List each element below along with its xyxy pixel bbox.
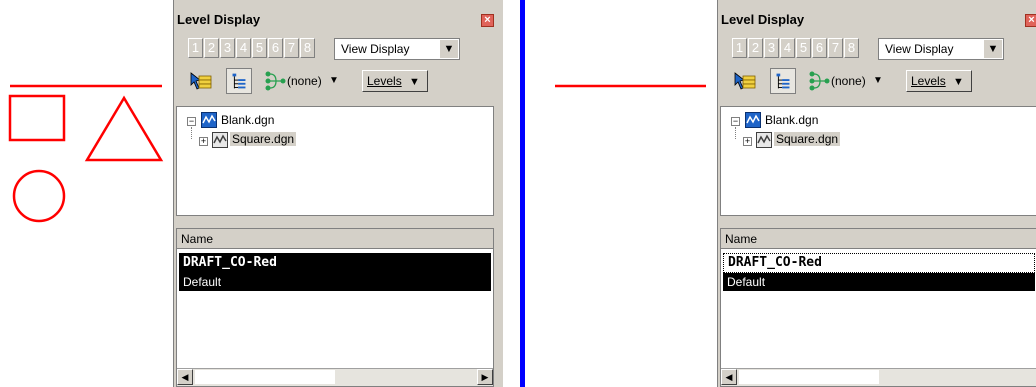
level-number-button[interactable]: 3 <box>764 38 779 58</box>
tree-view-icon[interactable] <box>770 68 796 94</box>
level-row-draft-co-red[interactable]: DRAFT_CO-Red <box>179 253 491 273</box>
level-number-button[interactable]: 1 <box>732 38 747 58</box>
level-number-button[interactable]: 2 <box>748 38 763 58</box>
level-row-default[interactable]: Default <box>723 273 1035 291</box>
level-display-panel-left: Level Display × 1 2 3 4 5 6 7 8 View Dis… <box>173 0 503 387</box>
scroll-track[interactable] <box>739 370 879 384</box>
chevron-down-icon: ▼ <box>953 76 964 88</box>
chevron-down-icon[interactable]: ▼ <box>873 75 883 86</box>
horizontal-scrollbar[interactable]: ◀ <box>721 368 1036 386</box>
scroll-left-icon[interactable]: ◀ <box>177 369 193 385</box>
tree-connector <box>191 127 193 139</box>
dgn-file-icon <box>745 112 761 128</box>
collapse-toggle[interactable]: − <box>187 117 196 126</box>
folder-select-icon[interactable] <box>732 68 758 94</box>
view-display-label: View Display <box>885 42 954 56</box>
title-bar: Level Display × <box>718 8 1036 30</box>
chevron-down-icon[interactable]: ▼ <box>984 40 1002 58</box>
scroll-left-icon[interactable]: ◀ <box>721 369 737 385</box>
expand-toggle[interactable]: + <box>743 137 752 146</box>
level-row-draft-co-red[interactable]: DRAFT_CO-Red <box>723 253 1035 273</box>
levels-menu-button[interactable]: Levels ▼ <box>362 70 428 92</box>
chevron-down-icon[interactable]: ▼ <box>329 75 339 86</box>
level-list: Name DRAFT_CO-Red Default ◀ ▶ <box>176 228 494 387</box>
levels-menu-button[interactable]: Levels ▼ <box>906 70 972 92</box>
dgn-reference-icon <box>756 132 772 148</box>
folder-select-icon[interactable] <box>188 68 214 94</box>
red-circle <box>12 169 66 223</box>
level-number-button[interactable]: 7 <box>284 38 299 58</box>
panel-title: Level Display <box>721 12 805 27</box>
level-number-button[interactable]: 3 <box>220 38 235 58</box>
tree-view-icon[interactable] <box>226 68 252 94</box>
level-number-button[interactable]: 5 <box>796 38 811 58</box>
red-square <box>8 94 66 142</box>
drawing-left <box>8 84 164 223</box>
levels-label: Levels <box>911 74 946 88</box>
level-number-button[interactable]: 2 <box>204 38 219 58</box>
view-display-label: View Display <box>341 42 410 56</box>
tree-item-square-dgn[interactable]: Square.dgn <box>230 132 297 146</box>
tree-connector <box>735 127 737 139</box>
level-toolbar: (none) ▼ Levels ▼ <box>174 66 503 98</box>
column-header-name[interactable]: Name <box>721 229 1036 249</box>
level-filter-icon[interactable] <box>806 68 832 94</box>
level-number-toolbar: 1 2 3 4 5 6 7 8 View Display ▼ <box>174 36 503 62</box>
drawing-right <box>555 84 706 88</box>
collapse-toggle[interactable]: − <box>731 117 740 126</box>
level-number-button[interactable]: 8 <box>300 38 315 58</box>
level-number-button[interactable]: 7 <box>828 38 843 58</box>
scroll-right-icon[interactable]: ▶ <box>477 369 493 385</box>
red-triangle <box>84 95 164 162</box>
expand-toggle[interactable]: + <box>199 137 208 146</box>
chevron-down-icon: ▼ <box>409 76 420 88</box>
level-number-button[interactable]: 1 <box>188 38 203 58</box>
tree-item-blank-dgn[interactable]: Blank.dgn <box>765 113 818 127</box>
file-tree: − Blank.dgn + Square.dgn <box>176 106 494 216</box>
column-header-name[interactable]: Name <box>177 229 493 249</box>
file-tree: − Blank.dgn + Square.dgn <box>720 106 1036 216</box>
level-toolbar: (none) ▼ Levels ▼ <box>718 66 1036 98</box>
level-number-button[interactable]: 5 <box>252 38 267 58</box>
view-display-dropdown[interactable]: View Display ▼ <box>334 38 460 60</box>
close-button[interactable]: × <box>1025 14 1036 27</box>
level-number-button[interactable]: 4 <box>236 38 251 58</box>
dgn-reference-icon <box>212 132 228 148</box>
levels-label: Levels <box>367 74 402 88</box>
horizontal-scrollbar[interactable]: ◀ ▶ <box>177 368 493 386</box>
level-number-button[interactable]: 6 <box>812 38 827 58</box>
level-filter-icon[interactable] <box>262 68 288 94</box>
dgn-file-icon <box>201 112 217 128</box>
level-row-default[interactable]: Default <box>179 273 491 291</box>
panel-title: Level Display <box>177 12 261 27</box>
level-number-button[interactable]: 4 <box>780 38 795 58</box>
level-number-button[interactable]: 6 <box>268 38 283 58</box>
level-list: Name DRAFT_CO-Red Default ◀ <box>720 228 1036 387</box>
filter-label[interactable]: (none) <box>287 74 322 88</box>
level-number-toolbar: 1 2 3 4 5 6 7 8 View Display ▼ <box>718 36 1036 62</box>
tree-item-square-dgn[interactable]: Square.dgn <box>774 132 841 146</box>
chevron-down-icon[interactable]: ▼ <box>440 40 458 58</box>
tree-item-blank-dgn[interactable]: Blank.dgn <box>221 113 274 127</box>
view-display-dropdown[interactable]: View Display ▼ <box>878 38 1004 60</box>
scroll-track[interactable] <box>195 370 335 384</box>
center-divider <box>520 0 525 387</box>
filter-label[interactable]: (none) <box>831 74 866 88</box>
title-bar: Level Display × <box>174 8 503 30</box>
level-number-button[interactable]: 8 <box>844 38 859 58</box>
close-button[interactable]: × <box>481 14 494 27</box>
level-display-panel-right: Level Display × 1 2 3 4 5 6 7 8 View Dis… <box>717 0 1036 387</box>
